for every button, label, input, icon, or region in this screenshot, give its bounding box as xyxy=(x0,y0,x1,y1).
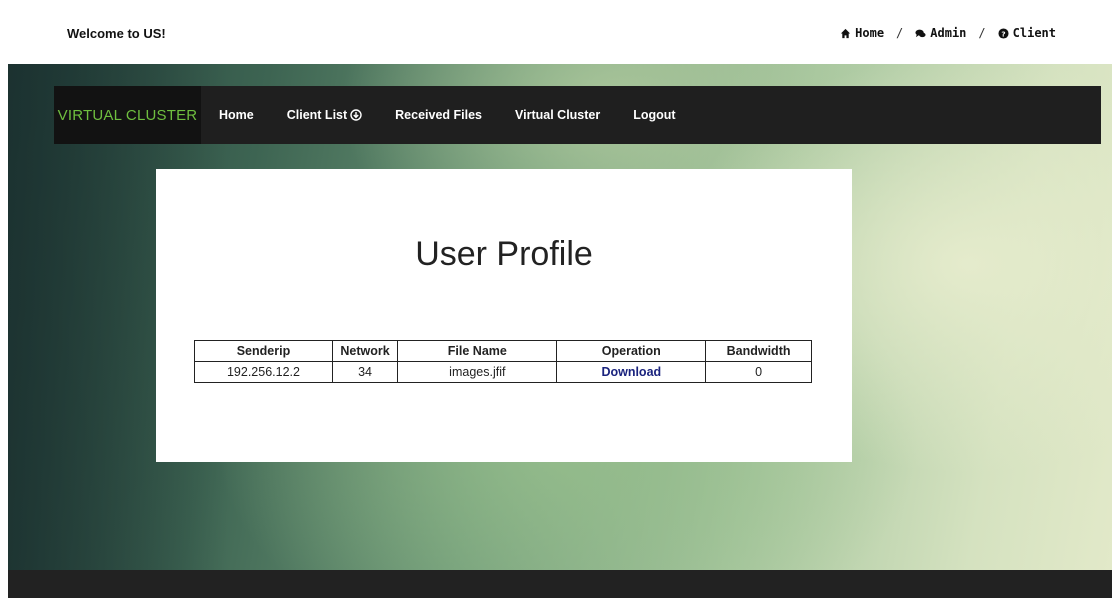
files-table: Senderip Network File Name Operation Ban… xyxy=(194,340,812,383)
breadcrumb-admin-label: Admin xyxy=(930,26,967,40)
brand-logo[interactable]: VIRTUAL CLUSTER xyxy=(54,86,201,144)
welcome-text: Welcome to US! xyxy=(67,26,166,41)
cell-network: 34 xyxy=(331,361,399,383)
cell-bandwidth: 0 xyxy=(705,361,812,383)
cell-senderip: 192.256.12.2 xyxy=(194,361,333,383)
nav-home-label: Home xyxy=(219,108,254,122)
nav-logout[interactable]: Logout xyxy=(633,108,675,122)
breadcrumb-home[interactable]: Home xyxy=(840,26,884,40)
nav-client-list[interactable]: Client List xyxy=(287,108,362,122)
breadcrumb-client[interactable]: ? Client xyxy=(998,26,1056,40)
column-header-senderip: Senderip xyxy=(194,340,333,362)
breadcrumb-home-label: Home xyxy=(855,26,885,40)
breadcrumb-admin[interactable]: Admin xyxy=(915,26,966,40)
nav-virtual-cluster[interactable]: Virtual Cluster xyxy=(515,108,600,122)
nav-links: Home Client List Received Files Virtual … xyxy=(219,86,709,144)
breadcrumb-separator: / xyxy=(978,26,986,40)
question-circle-icon: ? xyxy=(998,27,1009,39)
nav-logout-label: Logout xyxy=(633,108,676,122)
download-link[interactable]: Download xyxy=(556,361,707,383)
table-row: 192.256.12.2 34 images.jfif Download 0 xyxy=(194,361,812,383)
column-header-operation: Operation xyxy=(556,340,707,362)
home-icon xyxy=(841,28,851,38)
nav-received-files[interactable]: Received Files xyxy=(395,108,482,122)
breadcrumb-client-label: Client xyxy=(1012,26,1056,40)
column-header-network: Network xyxy=(331,340,399,362)
comments-icon xyxy=(915,29,926,37)
table-header-row: Senderip Network File Name Operation Ban… xyxy=(194,340,812,362)
circle-caret-down-icon xyxy=(350,109,362,121)
nav-virtual-cluster-label: Virtual Cluster xyxy=(515,108,601,122)
page-title: User Profile xyxy=(415,235,593,273)
top-bar: Welcome to US! Home / Admin / ? Client xyxy=(0,0,1112,64)
nav-home[interactable]: Home xyxy=(219,108,254,122)
svg-text:?: ? xyxy=(1001,29,1005,38)
main-navbar: VIRTUAL CLUSTER Home Client List Receive… xyxy=(54,86,1101,144)
column-header-bandwidth: Bandwidth xyxy=(705,340,812,362)
nav-client-list-label: Client List xyxy=(286,108,348,122)
breadcrumb-separator: / xyxy=(896,26,904,40)
profile-panel: User Profile Senderip Network File Name … xyxy=(156,169,852,462)
column-header-file-name: File Name xyxy=(397,340,558,362)
footer-bar xyxy=(8,570,1112,598)
breadcrumb: Home / Admin / ? Client xyxy=(840,26,1056,40)
cell-file-name: images.jfif xyxy=(397,361,558,383)
nav-received-files-label: Received Files xyxy=(395,108,483,122)
